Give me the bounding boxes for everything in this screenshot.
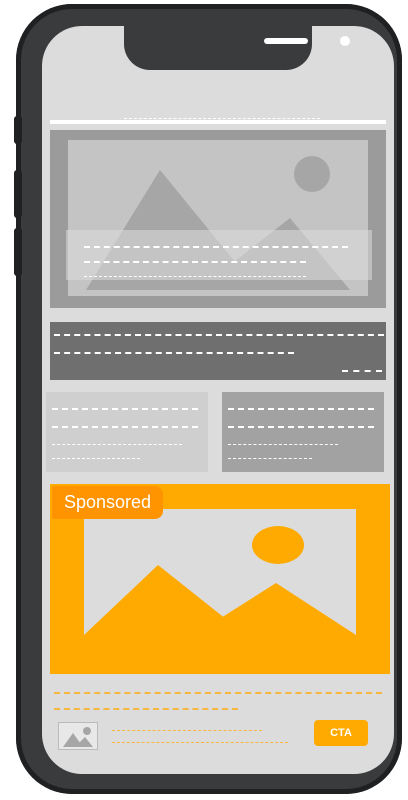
article-text-line [52, 458, 140, 459]
side-button-volume-up [14, 170, 22, 218]
ad-text-line [112, 730, 262, 731]
ad-text-line [112, 742, 288, 743]
sponsored-ad-card[interactable]: Sponsored [50, 484, 390, 674]
side-button-volume-down [14, 228, 22, 276]
article-text-line [52, 426, 198, 428]
hero-caption-overlay [66, 230, 372, 280]
article-text-line [54, 352, 294, 354]
ad-text-line [54, 708, 238, 710]
hero-text-line [84, 276, 306, 277]
ad-image [84, 509, 356, 635]
article-text-line [342, 370, 382, 372]
article-card-small-left[interactable] [46, 392, 208, 472]
header-title-placeholder [124, 118, 320, 119]
article-text-line [52, 444, 182, 445]
header-divider [50, 120, 386, 124]
notch [124, 26, 350, 70]
article-card-small-right[interactable] [222, 392, 384, 472]
article-text-line [52, 408, 198, 410]
sun-icon [252, 526, 304, 564]
front-camera [340, 36, 350, 46]
article-text-line [228, 458, 312, 459]
article-card-dark[interactable] [50, 322, 386, 380]
speaker-grille [264, 38, 308, 44]
article-text-line [54, 334, 384, 336]
hero-text-line [84, 246, 348, 248]
article-text-line [228, 408, 374, 410]
cta-button[interactable]: CTA [314, 720, 368, 746]
ad-text-line [54, 692, 382, 694]
hero-text-line [84, 261, 306, 263]
side-button-mute [14, 116, 22, 144]
hero-article-card[interactable] [50, 130, 386, 308]
sponsored-badge: Sponsored [52, 486, 164, 519]
article-text-line [228, 426, 374, 428]
article-text-line [228, 444, 338, 445]
mountain-icon [84, 526, 356, 635]
phone-screen: Sponsored CTA [42, 26, 394, 774]
image-placeholder-icon [58, 722, 98, 750]
